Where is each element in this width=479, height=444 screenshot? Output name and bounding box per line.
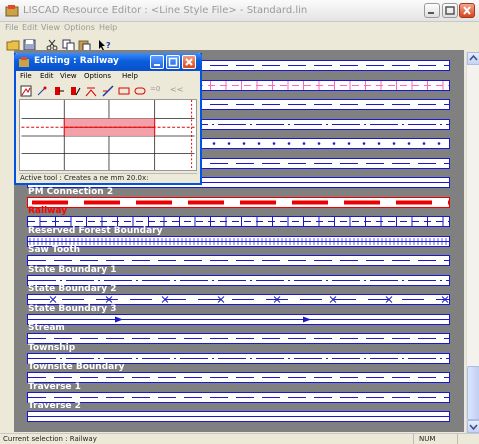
line-style-name: Reserved Forest Boundary [28,225,163,236]
editing-menu-file[interactable]: File [20,72,32,80]
cross-icon[interactable] [85,85,97,97]
line-style-name: Saw Tooth [28,245,81,255]
line-style-preview[interactable] [27,196,450,208]
line-style-name: State Boundary 3 [28,303,117,314]
editing-title-bar[interactable]: Editing : Railway [14,53,202,71]
draw-icon[interactable] [20,85,32,97]
menu-bar: File Edit View Options Help [0,22,479,35]
line-style-name: Stream [28,323,65,333]
editing-menu-view[interactable]: View [60,72,77,80]
line-style-name: PM Connection 2 [28,186,114,197]
line-style-name: State Boundary 2 [28,284,117,294]
editing-maximize-button[interactable] [166,55,180,69]
line-pattern [28,316,449,322]
editing-close-button[interactable] [182,55,196,69]
menu-file[interactable]: File [5,23,18,32]
editing-status-text: Active tool : Creates a ne mm 20.0x: [20,174,149,182]
menu-options[interactable]: Options [64,23,95,32]
editing-menu-bar: File Edit View Options Help [16,71,200,83]
line-style-row[interactable]: Stream [14,323,464,345]
editing-menu-edit[interactable]: Edit [40,72,54,80]
line-style-name: Townsite Boundary [28,362,125,372]
editing-window[interactable]: Editing : Railway File Edit View Options… [14,53,202,185]
pill-icon[interactable] [134,85,146,97]
menu-view[interactable]: View [41,23,60,32]
editing-title: Editing : Railway [34,56,119,66]
line-pattern [28,396,449,398]
line-pattern [28,237,449,245]
line-style-row[interactable]: PM Connection 2 [14,186,464,209]
line-style-row[interactable]: State Boundary 3 [14,303,464,326]
vertical-scrollbar[interactable] [466,52,479,433]
app-icon [5,5,19,17]
menu-help[interactable]: Help [99,23,117,32]
back-button[interactable]: << [170,85,184,97]
line-style-name: Township [28,342,76,353]
line-style-name: Traverse 1 [28,381,81,392]
zero-button[interactable]: =0 [150,85,164,97]
svg-text:?: ? [106,41,111,50]
line-style-name: Railway [28,206,68,216]
line-style-preview[interactable] [27,391,450,403]
window-title: LISCAD Resource Editor : <Line Style Fil… [23,5,308,16]
insert-icon[interactable] [53,85,65,97]
editing-minimize-button[interactable] [150,55,164,69]
line-style-row[interactable]: Traverse 2 [14,401,464,423]
scroll-thumb[interactable] [467,366,479,420]
line-style-preview[interactable] [27,411,450,422]
line-style-preview[interactable] [27,313,450,325]
line-style-preview[interactable] [27,333,450,344]
editing-menu-options[interactable]: Options [84,72,111,80]
rectangle-icon[interactable] [118,85,130,97]
line-style-name: Traverse 2 [28,401,81,411]
line-style-row[interactable]: Reserved Forest Boundary [14,225,464,248]
status-bar: Current selection : Railway NUM [0,433,479,444]
edit-icon[interactable] [69,85,81,97]
add-point-icon[interactable] [36,85,48,97]
editing-status-bar: Active tool : Creates a ne mm 20.0x: [19,173,197,182]
editing-toolbar: =0 << [16,84,200,98]
scroll-up-button[interactable] [467,52,479,65]
line-pattern [28,338,449,339]
minimize-button[interactable] [424,3,440,18]
editing-menu-help[interactable]: Help [122,72,138,80]
scroll-down-button[interactable] [467,420,479,433]
line-pattern [32,200,449,204]
editing-canvas[interactable] [19,99,197,171]
close-button[interactable] [459,3,475,18]
line-style-row[interactable]: Traverse 1 [14,381,464,404]
line-style-row[interactable]: Townsite Boundary [14,362,464,384]
num-lock-indicator: NUM [419,435,436,443]
line-style-name: State Boundary 1 [28,264,117,275]
maximize-button[interactable] [442,3,458,18]
title-bar: LISCAD Resource Editor : <Line Style Fil… [0,0,479,22]
line-style-preview[interactable] [27,372,450,383]
line-pattern [28,416,449,417]
line-style-preview[interactable] [27,235,450,247]
slash-icon[interactable] [102,85,114,97]
editing-app-icon [19,57,29,67]
line-pattern [28,377,449,378]
menu-edit[interactable]: Edit [22,23,38,32]
current-selection-text: Current selection : Railway [3,435,97,443]
